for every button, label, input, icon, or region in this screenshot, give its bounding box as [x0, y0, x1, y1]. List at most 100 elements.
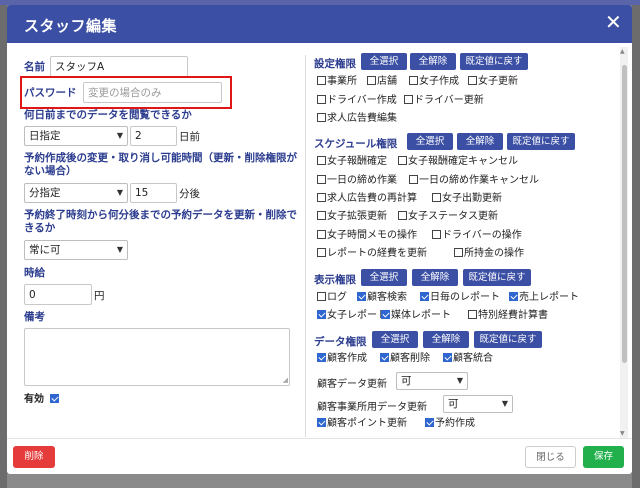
backdrop-bottom	[7, 474, 632, 488]
active-checkbox[interactable]: 有効	[24, 393, 60, 407]
browse-days-input[interactable]	[130, 126, 177, 146]
perm-checkbox[interactable]: 一日の締め作業キャンセル	[409, 174, 539, 188]
close-button[interactable]: 閉じる	[525, 446, 576, 468]
display-clear-all-button[interactable]: 全解除	[412, 269, 458, 286]
scroll-up-icon[interactable]: ▲	[620, 48, 625, 56]
perm-label: 女子出勤更新	[442, 193, 502, 204]
office-update-select[interactable]: 可 ▼	[443, 395, 513, 413]
scroll-down-icon[interactable]: ▼	[620, 430, 625, 438]
schedule-reset-button[interactable]: 既定値に戻す	[507, 133, 575, 150]
password-label: パスワード	[24, 87, 77, 99]
cancel-mode-value: 分指定	[29, 187, 61, 199]
save-button[interactable]: 保存	[583, 446, 624, 468]
perm-checkbox[interactable]: 店舗	[367, 75, 397, 89]
after-end-select[interactable]: 常に可 ▼	[24, 240, 128, 260]
checkbox-icon	[432, 230, 441, 239]
data-clear-all-button[interactable]: 全解除	[423, 331, 469, 348]
checkbox-icon	[398, 156, 407, 165]
data-select-all-button[interactable]: 全選択	[372, 331, 418, 348]
customer-update-select[interactable]: 可 ▼	[396, 372, 468, 390]
resize-grip-icon[interactable]: ◢	[283, 377, 288, 384]
perm-label: 予約作成	[435, 418, 475, 429]
cancel-mode-select[interactable]: 分指定 ▼	[24, 183, 128, 203]
schedule-permission-title: スケジュール権限	[314, 138, 398, 150]
browse-days-label: 何日前までのデータを閲覧できるか	[24, 109, 192, 121]
browse-mode-select[interactable]: 日指定 ▼	[24, 126, 128, 146]
perm-checkbox[interactable]: 売上レポート	[509, 291, 579, 305]
settings-clear-all-button[interactable]: 全解除	[410, 53, 456, 70]
data-reset-button[interactable]: 既定値に戻す	[474, 331, 542, 348]
perm-checkbox[interactable]: 求人広告費編集	[317, 112, 397, 126]
perm-label: 顧客作成	[327, 353, 367, 364]
perm-label: 顧客削除	[390, 353, 430, 364]
hourly-wage-input[interactable]	[24, 284, 92, 305]
display-reset-button[interactable]: 既定値に戻す	[463, 269, 531, 286]
perm-checkbox[interactable]: 女子報酬確定キャンセル	[398, 155, 518, 169]
perm-label: 所持金の操作	[464, 248, 524, 259]
perm-checkbox[interactable]: 予約作成	[425, 417, 475, 431]
checkbox-icon	[357, 292, 366, 301]
perm-label: 日毎のレポート	[430, 292, 500, 303]
delete-button[interactable]: 削除	[13, 446, 55, 468]
perm-checkbox[interactable]: 求人広告費の再計算	[317, 192, 417, 206]
chevron-down-icon: ▼	[116, 188, 123, 197]
browse-mode-value: 日指定	[29, 130, 61, 142]
perm-checkbox[interactable]: 女子更新	[468, 75, 518, 89]
perm-checkbox[interactable]: 女子レポート	[317, 309, 387, 323]
settings-reset-button[interactable]: 既定値に戻す	[460, 53, 528, 70]
perm-checkbox[interactable]: ドライバー更新	[404, 94, 484, 108]
perm-checkbox[interactable]: 一日の締め作業	[317, 174, 397, 188]
perm-checkbox[interactable]: レポートの経費を更新	[317, 247, 427, 261]
perm-checkbox[interactable]: ログ	[317, 291, 347, 305]
perm-checkbox[interactable]: 顧客検索	[357, 291, 407, 305]
checkbox-icon	[50, 394, 60, 403]
settings-select-all-button[interactable]: 全選択	[361, 53, 407, 70]
perm-checkbox[interactable]: 女子作成	[409, 75, 459, 89]
perm-label: 求人広告費編集	[327, 113, 397, 124]
perm-checkbox[interactable]: 女子拡張更新	[317, 210, 387, 224]
perm-checkbox[interactable]: 所持金の操作	[454, 247, 524, 261]
perm-checkbox[interactable]: 女子ステータス更新	[398, 210, 498, 224]
schedule-select-all-button[interactable]: 全選択	[407, 133, 453, 150]
perm-label: ログ	[327, 292, 347, 303]
perm-checkbox[interactable]: 顧客統合	[443, 352, 493, 366]
perm-checkbox[interactable]: 媒体レポート	[381, 309, 451, 323]
perm-checkbox[interactable]: 顧客削除	[380, 352, 430, 366]
perm-checkbox[interactable]: ドライバー作成	[317, 94, 397, 108]
perm-label: 女子拡張更新	[327, 211, 387, 222]
display-select-all-button[interactable]: 全選択	[361, 269, 407, 286]
checkbox-icon	[468, 76, 477, 85]
checkbox-icon	[317, 76, 326, 85]
chevron-down-icon: ▼	[116, 245, 123, 254]
name-input[interactable]	[50, 56, 188, 77]
checkbox-icon	[409, 175, 418, 184]
perm-checkbox[interactable]: 事業所	[317, 75, 357, 89]
schedule-clear-all-button[interactable]: 全解除	[457, 133, 503, 150]
checkbox-icon	[317, 248, 326, 257]
perm-checkbox[interactable]: 顧客作成	[317, 352, 367, 366]
cancel-minutes-input[interactable]	[130, 183, 177, 203]
password-input[interactable]	[83, 82, 222, 103]
after-end-label: 予約終了時刻から何分後までの予約データを更新・削除できるか	[24, 209, 297, 234]
checkbox-icon	[425, 418, 434, 427]
checkbox-icon	[317, 193, 326, 202]
scrollbar-thumb[interactable]	[622, 65, 627, 363]
perm-checkbox[interactable]: 女子時間メモの操作	[317, 229, 417, 243]
checkbox-icon	[317, 156, 326, 165]
name-label: 名前	[24, 61, 45, 73]
close-icon[interactable]: ✕	[605, 11, 622, 33]
perm-checkbox[interactable]: 特別経費計算書	[468, 309, 548, 323]
notes-textarea[interactable]: ◢	[24, 328, 290, 386]
after-end-value: 常に可	[29, 244, 61, 256]
column-divider	[305, 55, 306, 437]
perm-checkbox[interactable]: 女子出勤更新	[432, 192, 502, 206]
perm-checkbox[interactable]: 顧客ポイント更新	[317, 417, 407, 431]
perm-checkbox[interactable]: 女子報酬確定	[317, 155, 387, 169]
perm-checkbox[interactable]: 日毎のレポート	[420, 291, 500, 305]
checkbox-icon	[432, 193, 441, 202]
checkbox-icon	[317, 418, 326, 427]
display-permission-title: 表示権限	[314, 274, 356, 286]
perm-checkbox[interactable]: ドライバーの操作	[432, 229, 522, 243]
office-update-label: 顧客事業所用データ更新	[317, 402, 427, 413]
perm-label: 女子作成	[419, 76, 459, 87]
